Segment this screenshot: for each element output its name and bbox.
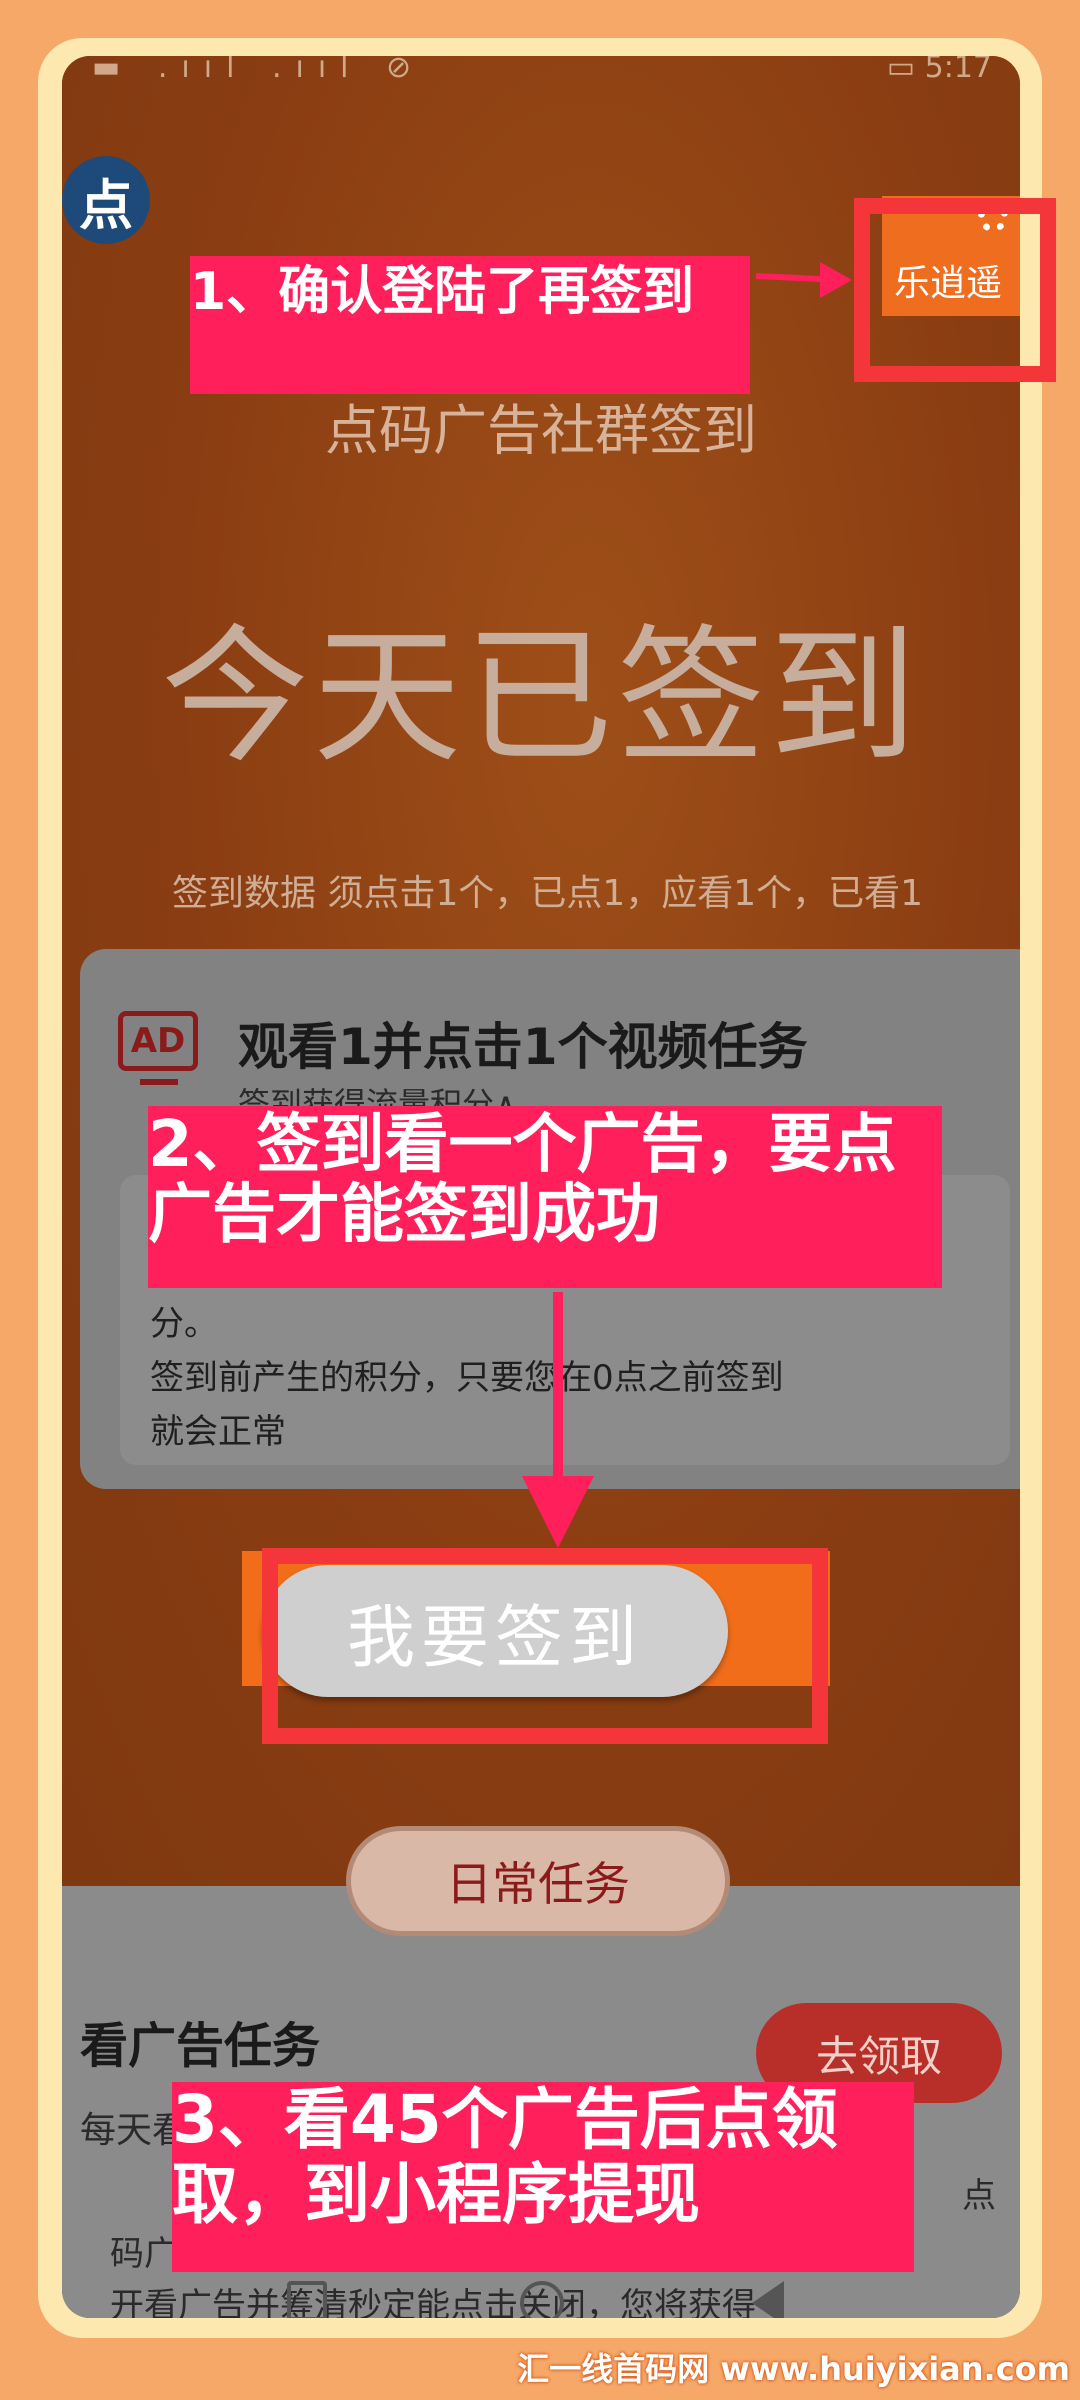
watermark-footer: 汇一线首码网 www.huiyixian.com	[517, 2350, 1070, 2388]
watch-ad-line: 点	[962, 2176, 996, 2216]
brand-highlight	[854, 198, 1056, 382]
ad-icon: AD	[118, 1011, 198, 1071]
app-logo[interactable]: 点	[62, 156, 150, 244]
checkin-highlight	[262, 1548, 828, 1744]
signal-icons: ▬ .ııl .ııl ⊘	[92, 56, 426, 85]
description-line: 分。	[150, 1304, 218, 1344]
home-icon[interactable]	[520, 2281, 564, 2318]
back-icon[interactable]	[752, 2281, 784, 2318]
callout-2: 2、签到看一个广告，要点广告才能签到成功	[148, 1106, 942, 1288]
checkin-status: 今天已签到	[161, 611, 921, 783]
tab-daily-tasks[interactable]: 日常任务	[346, 1826, 730, 1936]
battery-time: ▭ 5:17	[886, 56, 992, 85]
square-icon[interactable]	[287, 2281, 327, 2318]
callout-3: 3、看45个广告后点领取，到小程序提现	[172, 2082, 914, 2272]
status-bar: ▬ .ııl .ııl ⊘ ▭ 5:17	[92, 56, 992, 96]
description-line: 就会正常	[150, 1412, 286, 1452]
watch-ad-title: 看广告任务	[80, 2018, 321, 2074]
checkin-stats: 签到数据 须点击1个，已点1，应看1个，已看1	[172, 873, 924, 914]
description-line: 签到前产生的积分，只要您在0点之前签到	[150, 1358, 784, 1398]
ad-icon-stand	[140, 1079, 178, 1085]
page-subtitle: 点码广告社群签到	[325, 399, 757, 462]
task-title: 观看1并点击1个视频任务	[238, 1018, 808, 1076]
callout-1: 1、确认登陆了再签到	[190, 256, 750, 394]
